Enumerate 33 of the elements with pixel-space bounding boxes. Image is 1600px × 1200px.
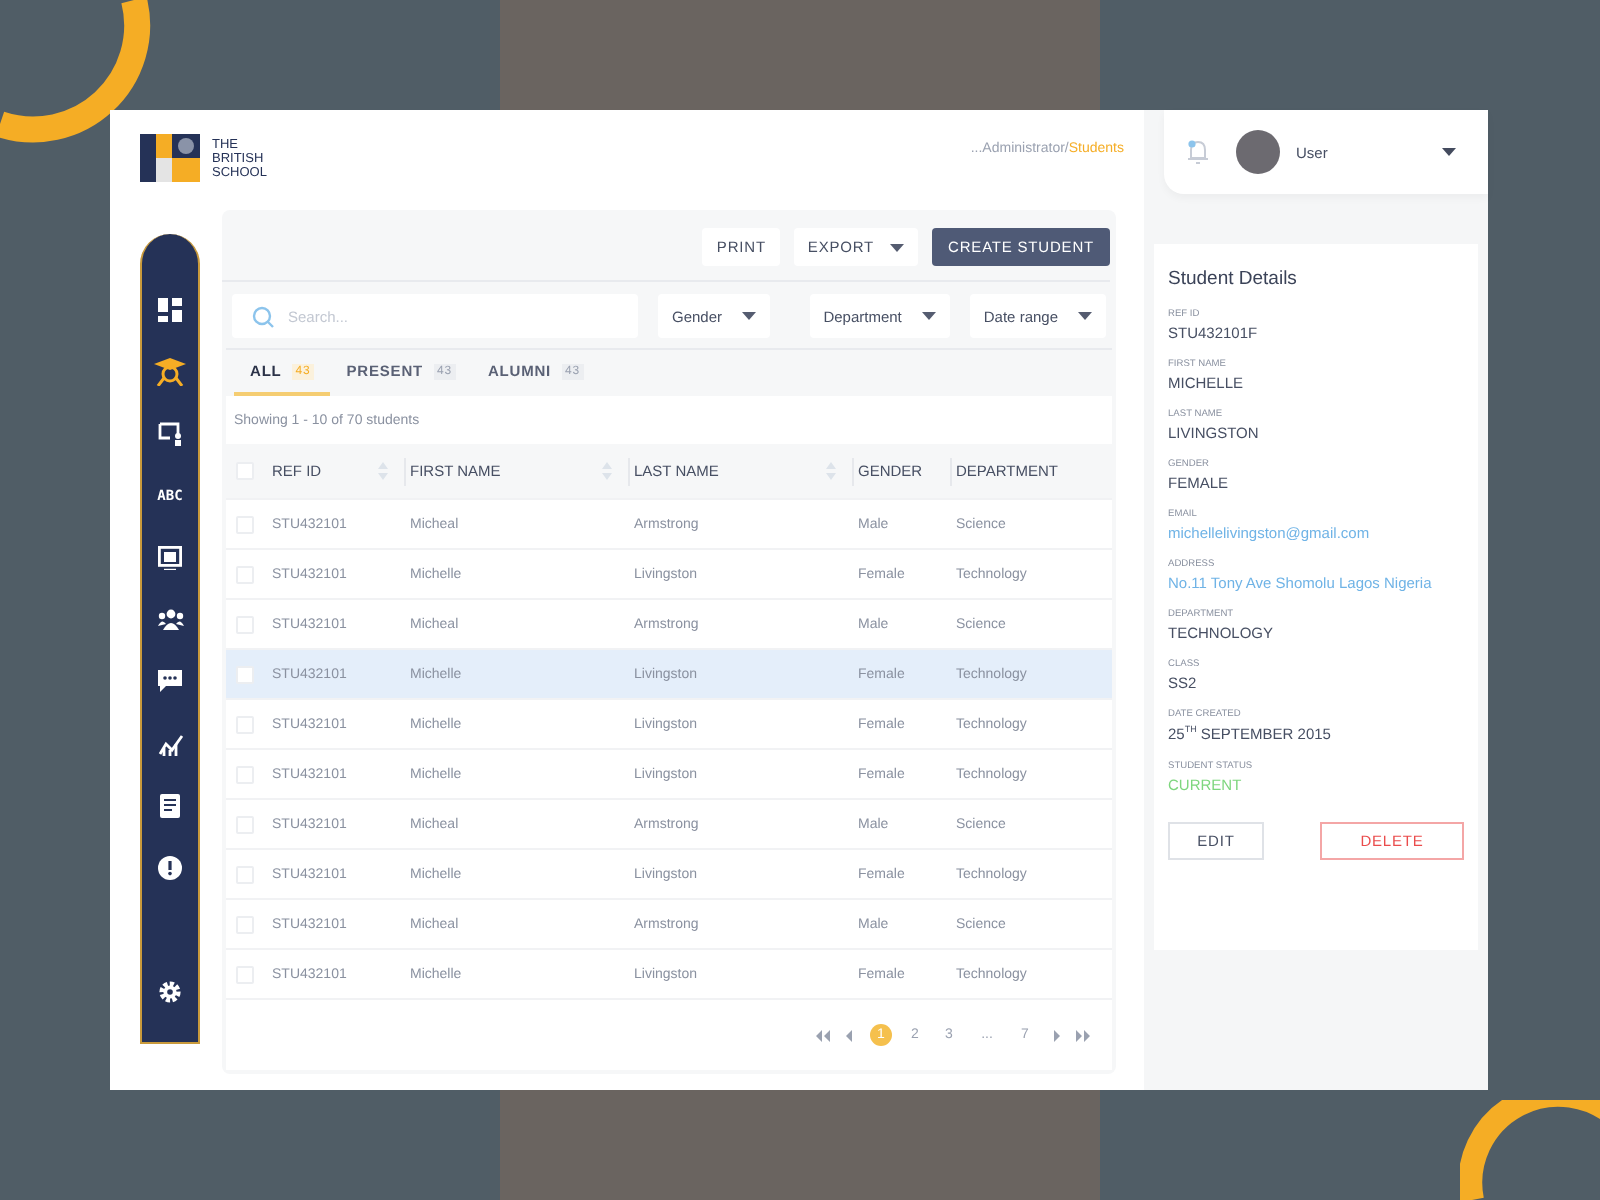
- caret-icon: [1442, 148, 1456, 156]
- caret-icon: [742, 312, 757, 320]
- presenter-icon: [157, 421, 183, 445]
- next-page-button[interactable]: [1048, 1029, 1064, 1041]
- card-title: Student Details: [1168, 268, 1299, 290]
- checkbox[interactable]: [236, 665, 254, 683]
- sort-icon: [378, 462, 388, 480]
- next-icon: [1048, 1029, 1064, 1041]
- last-page-button[interactable]: [1076, 1029, 1092, 1041]
- settings-icon: [158, 979, 182, 1003]
- caret-icon: [1078, 312, 1092, 320]
- last-icon: [1076, 1029, 1092, 1041]
- first-page-button[interactable]: [814, 1029, 830, 1041]
- logo-icon: [140, 134, 200, 182]
- chart-icon: [157, 731, 183, 755]
- caret-icon: [921, 312, 936, 320]
- document-icon: [160, 793, 180, 817]
- chat-icon: [158, 670, 182, 692]
- people-icon: [157, 608, 183, 630]
- graduate-icon: [154, 357, 186, 385]
- alert-icon: [158, 855, 182, 879]
- caret-icon: [890, 243, 905, 251]
- sort-icon: [602, 462, 612, 480]
- prev-page-button[interactable]: [842, 1029, 858, 1041]
- avatar[interactable]: [1236, 130, 1280, 174]
- board-icon: [158, 545, 182, 569]
- bell-icon: [1188, 140, 1208, 164]
- prev-icon: [842, 1029, 858, 1041]
- dashboard-icon: [158, 297, 182, 321]
- first-icon: [814, 1029, 830, 1041]
- sort-icon: [826, 462, 836, 480]
- arc-drawing: [1460, 1100, 1600, 1200]
- search-icon: [252, 306, 274, 328]
